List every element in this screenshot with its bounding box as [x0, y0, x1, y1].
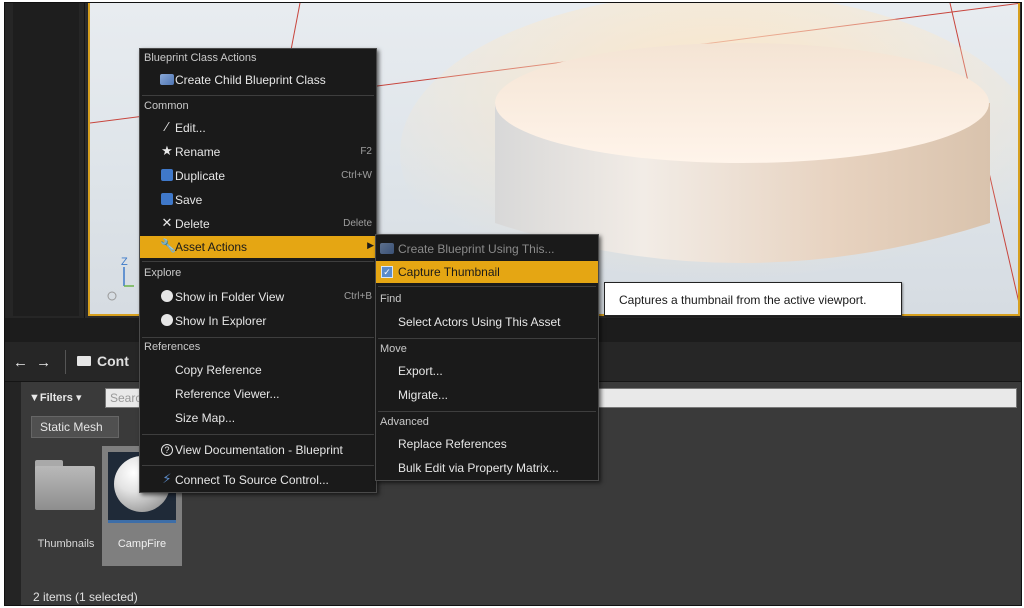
menu-item-copy-reference[interactable]: Copy Reference [140, 359, 376, 381]
menu-divider [378, 338, 596, 339]
asset-context-menu: Blueprint Class Actions Create Child Blu… [139, 48, 377, 493]
sources-collapse-strip[interactable] [5, 382, 21, 605]
asset-type-color-bar [108, 520, 176, 523]
filters-button[interactable]: ▼Filters ▾ [29, 391, 81, 404]
left-panel-inner [13, 3, 79, 316]
menu-item-connect-source-control[interactable]: ⚡ Connect To Source Control... [140, 469, 376, 491]
blueprint-icon [160, 72, 174, 86]
menu-item-save[interactable]: Save [140, 189, 376, 211]
menu-item-view-documentation[interactable]: ? View Documentation - Blueprint [140, 439, 376, 461]
menu-item-show-in-folder-view[interactable]: Show in Folder View Ctrl+B [140, 286, 376, 308]
section-explore: Explore [144, 267, 182, 279]
submenu-arrow-icon: ▶ [367, 240, 374, 250]
wrench-icon: 🔧 [160, 238, 177, 253]
rename-icon: ★ [161, 143, 173, 158]
filter-chip-static-mesh[interactable]: Static Mesh [31, 416, 119, 438]
menu-item-size-map[interactable]: Size Map... [140, 407, 376, 429]
section-move: Move [380, 343, 407, 355]
menu-item-asset-actions[interactable]: 🔧 Asset Actions ▶ [140, 236, 376, 258]
section-advanced: Advanced [380, 416, 429, 428]
folder-icon [35, 460, 95, 510]
menu-item-migrate[interactable]: Migrate... [376, 384, 598, 406]
menu-item-delete[interactable]: ✕ Delete Delete [140, 213, 376, 235]
status-item-count: 2 items (1 selected) [33, 590, 138, 604]
viewport-gizmo-icon [107, 291, 117, 301]
section-references: References [144, 341, 201, 353]
section-blueprint-class-actions: Blueprint Class Actions [144, 52, 257, 64]
left-panel [5, 3, 85, 318]
menu-item-show-in-explorer[interactable]: Show In Explorer [140, 310, 376, 332]
edit-icon: ⁄ [165, 119, 169, 134]
delete-icon: ✕ [161, 215, 173, 230]
menu-item-export[interactable]: Export... [376, 360, 598, 382]
plug-icon: ⚡ [162, 471, 172, 486]
menu-divider [142, 95, 374, 96]
section-common: Common [144, 100, 189, 112]
menu-item-capture-thumbnail[interactable]: ✓ Capture Thumbnail [376, 261, 598, 283]
search-icon [160, 313, 174, 327]
menu-item-bulk-edit-property-matrix[interactable]: Bulk Edit via Property Matrix... [376, 457, 598, 479]
duplicate-icon [160, 168, 174, 182]
search-icon [160, 289, 174, 303]
campfire-mesh-top [495, 43, 989, 163]
help-icon: ? [160, 442, 174, 456]
menu-item-reference-viewer[interactable]: Reference Viewer... [140, 383, 376, 405]
menu-divider [142, 434, 374, 435]
folder-icon [77, 356, 91, 366]
asset-actions-submenu: Create Blueprint Using This... ✓ Capture… [375, 234, 599, 481]
menu-divider [142, 261, 374, 262]
menu-item-edit[interactable]: ⁄ Edit... [140, 117, 376, 139]
menu-item-rename[interactable]: ★ Rename F2 [140, 141, 376, 163]
asset-name: CampFire [117, 538, 167, 550]
menu-item-duplicate[interactable]: Duplicate Ctrl+W [140, 165, 376, 187]
menu-item-replace-references[interactable]: Replace References [376, 433, 598, 455]
menu-item-create-child-blueprint[interactable]: Create Child Blueprint Class [140, 69, 376, 91]
section-find: Find [380, 293, 402, 305]
axis-z-label: Z [121, 256, 128, 268]
path-breadcrumb[interactable]: Cont [97, 353, 129, 369]
menu-divider [378, 286, 596, 287]
history-nav-arrows[interactable]: ← → [13, 354, 53, 371]
menu-item-select-actors-using-asset[interactable]: Select Actors Using This Asset [376, 311, 598, 333]
toolbar-divider [65, 350, 66, 374]
menu-divider [142, 337, 374, 338]
checkbox-icon: ✓ [380, 264, 394, 278]
tooltip: Captures a thumbnail from the active vie… [604, 282, 902, 316]
menu-divider [378, 411, 596, 412]
save-icon [160, 192, 174, 206]
asset-name: Thumbnails [37, 538, 95, 550]
blueprint-icon [380, 241, 394, 255]
menu-item-create-blueprint-using-this[interactable]: Create Blueprint Using This... [376, 238, 598, 260]
menu-divider [142, 465, 374, 466]
asset-tile-folder[interactable]: Thumbnails [31, 446, 101, 566]
